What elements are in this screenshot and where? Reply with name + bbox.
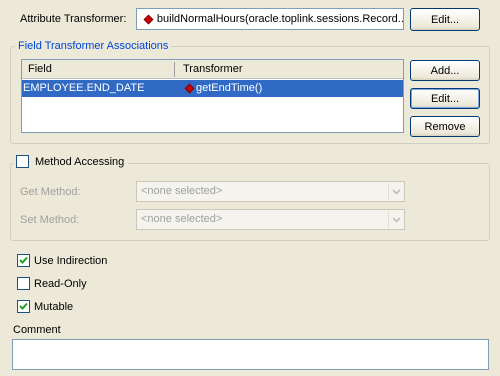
mutable-row[interactable]: Mutable: [17, 300, 73, 313]
read-only-checkbox[interactable]: [17, 277, 30, 290]
set-method-value: <none selected>: [141, 213, 223, 225]
table-header: Field Transformer: [22, 60, 403, 79]
get-method-label: Get Method:: [20, 186, 81, 198]
method-accessing-label: Method Accessing: [35, 155, 125, 168]
attribute-transformer-value: buildNormalHours(oracle.toplink.sessions…: [156, 13, 403, 25]
table-row[interactable]: EMPLOYEE.END_DATE getEndTime(): [22, 80, 403, 97]
attribute-transformer-label: Attribute Transformer:: [20, 13, 127, 25]
column-divider[interactable]: [174, 62, 175, 77]
set-method-label: Set Method:: [20, 214, 80, 226]
method-accessing-checkbox-row[interactable]: Method Accessing: [14, 155, 129, 168]
add-association-button[interactable]: Add...: [410, 60, 480, 81]
method-icon: [143, 14, 154, 24]
checkmark-icon: [19, 302, 28, 310]
set-method-dropdown-button[interactable]: [388, 211, 403, 228]
use-indirection-checkbox[interactable]: [17, 254, 30, 267]
comment-textarea[interactable]: [12, 339, 489, 370]
remove-association-button[interactable]: Remove: [410, 116, 480, 137]
use-indirection-row[interactable]: Use Indirection: [17, 254, 107, 267]
comment-label: Comment: [13, 324, 61, 336]
edit-association-button[interactable]: Edit...: [410, 88, 480, 109]
chevron-down-icon: [392, 189, 401, 195]
get-method-dropdown-button[interactable]: [388, 183, 403, 200]
mutable-label: Mutable: [34, 300, 74, 313]
read-only-label: Read-Only: [34, 277, 87, 290]
get-method-value: <none selected>: [141, 185, 223, 197]
mutable-checkbox[interactable]: [17, 300, 30, 313]
chevron-down-icon: [392, 217, 401, 223]
row-transformer-cell: getEndTime(): [196, 82, 263, 94]
column-header-transformer[interactable]: Transformer: [183, 63, 243, 75]
row-field-cell: EMPLOYEE.END_DATE: [23, 82, 145, 94]
get-method-select[interactable]: <none selected>: [136, 181, 405, 202]
checkmark-icon: [19, 256, 28, 264]
read-only-row[interactable]: Read-Only: [17, 277, 87, 290]
set-method-select[interactable]: <none selected>: [136, 209, 405, 230]
method-accessing-checkbox[interactable]: [16, 155, 29, 168]
field-associations-title: Field Transformer Associations: [15, 40, 172, 52]
attribute-transformer-edit-button[interactable]: Edit...: [410, 8, 480, 31]
field-associations-table[interactable]: Field Transformer EMPLOYEE.END_DATE getE…: [21, 59, 404, 133]
method-icon: [184, 83, 195, 94]
column-header-field[interactable]: Field: [28, 63, 52, 75]
attribute-transformer-field[interactable]: buildNormalHours(oracle.toplink.sessions…: [136, 8, 404, 30]
use-indirection-label: Use Indirection: [34, 254, 108, 267]
